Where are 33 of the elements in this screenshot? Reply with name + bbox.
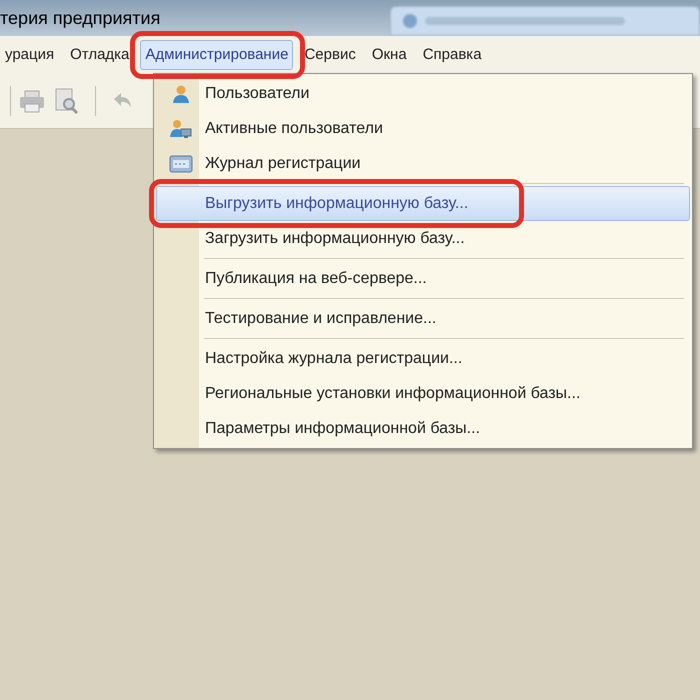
menu-bar-item[interactable]: Сервис: [299, 40, 361, 70]
menu-item-label: Активные пользователи: [205, 118, 383, 138]
menu-item-label: Выгрузить информационную базу...: [205, 194, 468, 214]
menu-item-label: Загрузить информационную базу...: [205, 228, 465, 248]
menu-bar-item[interactable]: Окна: [366, 40, 412, 70]
menu-item[interactable]: Параметры информационной базы...: [156, 411, 690, 446]
journal-icon: [169, 154, 193, 172]
menu-bar-item[interactable]: Администрирование: [140, 40, 294, 70]
menu-item-label: Публикация на веб-сервере...: [205, 268, 427, 288]
menu-bar-item[interactable]: Отладка: [65, 40, 134, 70]
menu-item-label: Тестирование и исправление...: [205, 308, 436, 328]
menu-item[interactable]: Пользователи: [156, 76, 690, 111]
menu-item[interactable]: Публикация на веб-сервере...: [156, 261, 690, 296]
browser-tab[interactable]: [390, 6, 700, 36]
menu-item[interactable]: Региональные установки информационной базы...: [156, 376, 690, 411]
user-icon: [171, 84, 191, 104]
printer-icon[interactable]: [19, 89, 45, 113]
menu-bar-item[interactable]: урация: [0, 40, 60, 70]
menu-item-label: Пользователи: [205, 84, 310, 104]
menu-item[interactable]: Загрузить информационную базу...: [156, 221, 690, 256]
preview-icon[interactable]: [53, 88, 79, 114]
menu-item-label: Настройка журнала регистрации...: [205, 348, 462, 368]
user-monitor-icon: [170, 118, 192, 138]
menu-item-label: Региональные установки информационной базы...: [205, 384, 580, 404]
menu-item[interactable]: Тестирование и исправление...: [156, 301, 690, 336]
menu-item[interactable]: Настройка журнала регистрации...: [156, 341, 690, 376]
menu-item-label: Журнал регистрации: [205, 154, 361, 174]
menu-item[interactable]: Активные пользователи: [156, 111, 690, 146]
menu-bar-item[interactable]: Справка: [418, 40, 487, 70]
menu-item-label: Параметры информационной базы...: [205, 418, 480, 438]
window-title: терия предприятия: [0, 6, 160, 30]
menu-item[interactable]: Выгрузить информационную базу...: [156, 186, 690, 221]
menu-item[interactable]: Журнал регистрации: [156, 146, 690, 181]
